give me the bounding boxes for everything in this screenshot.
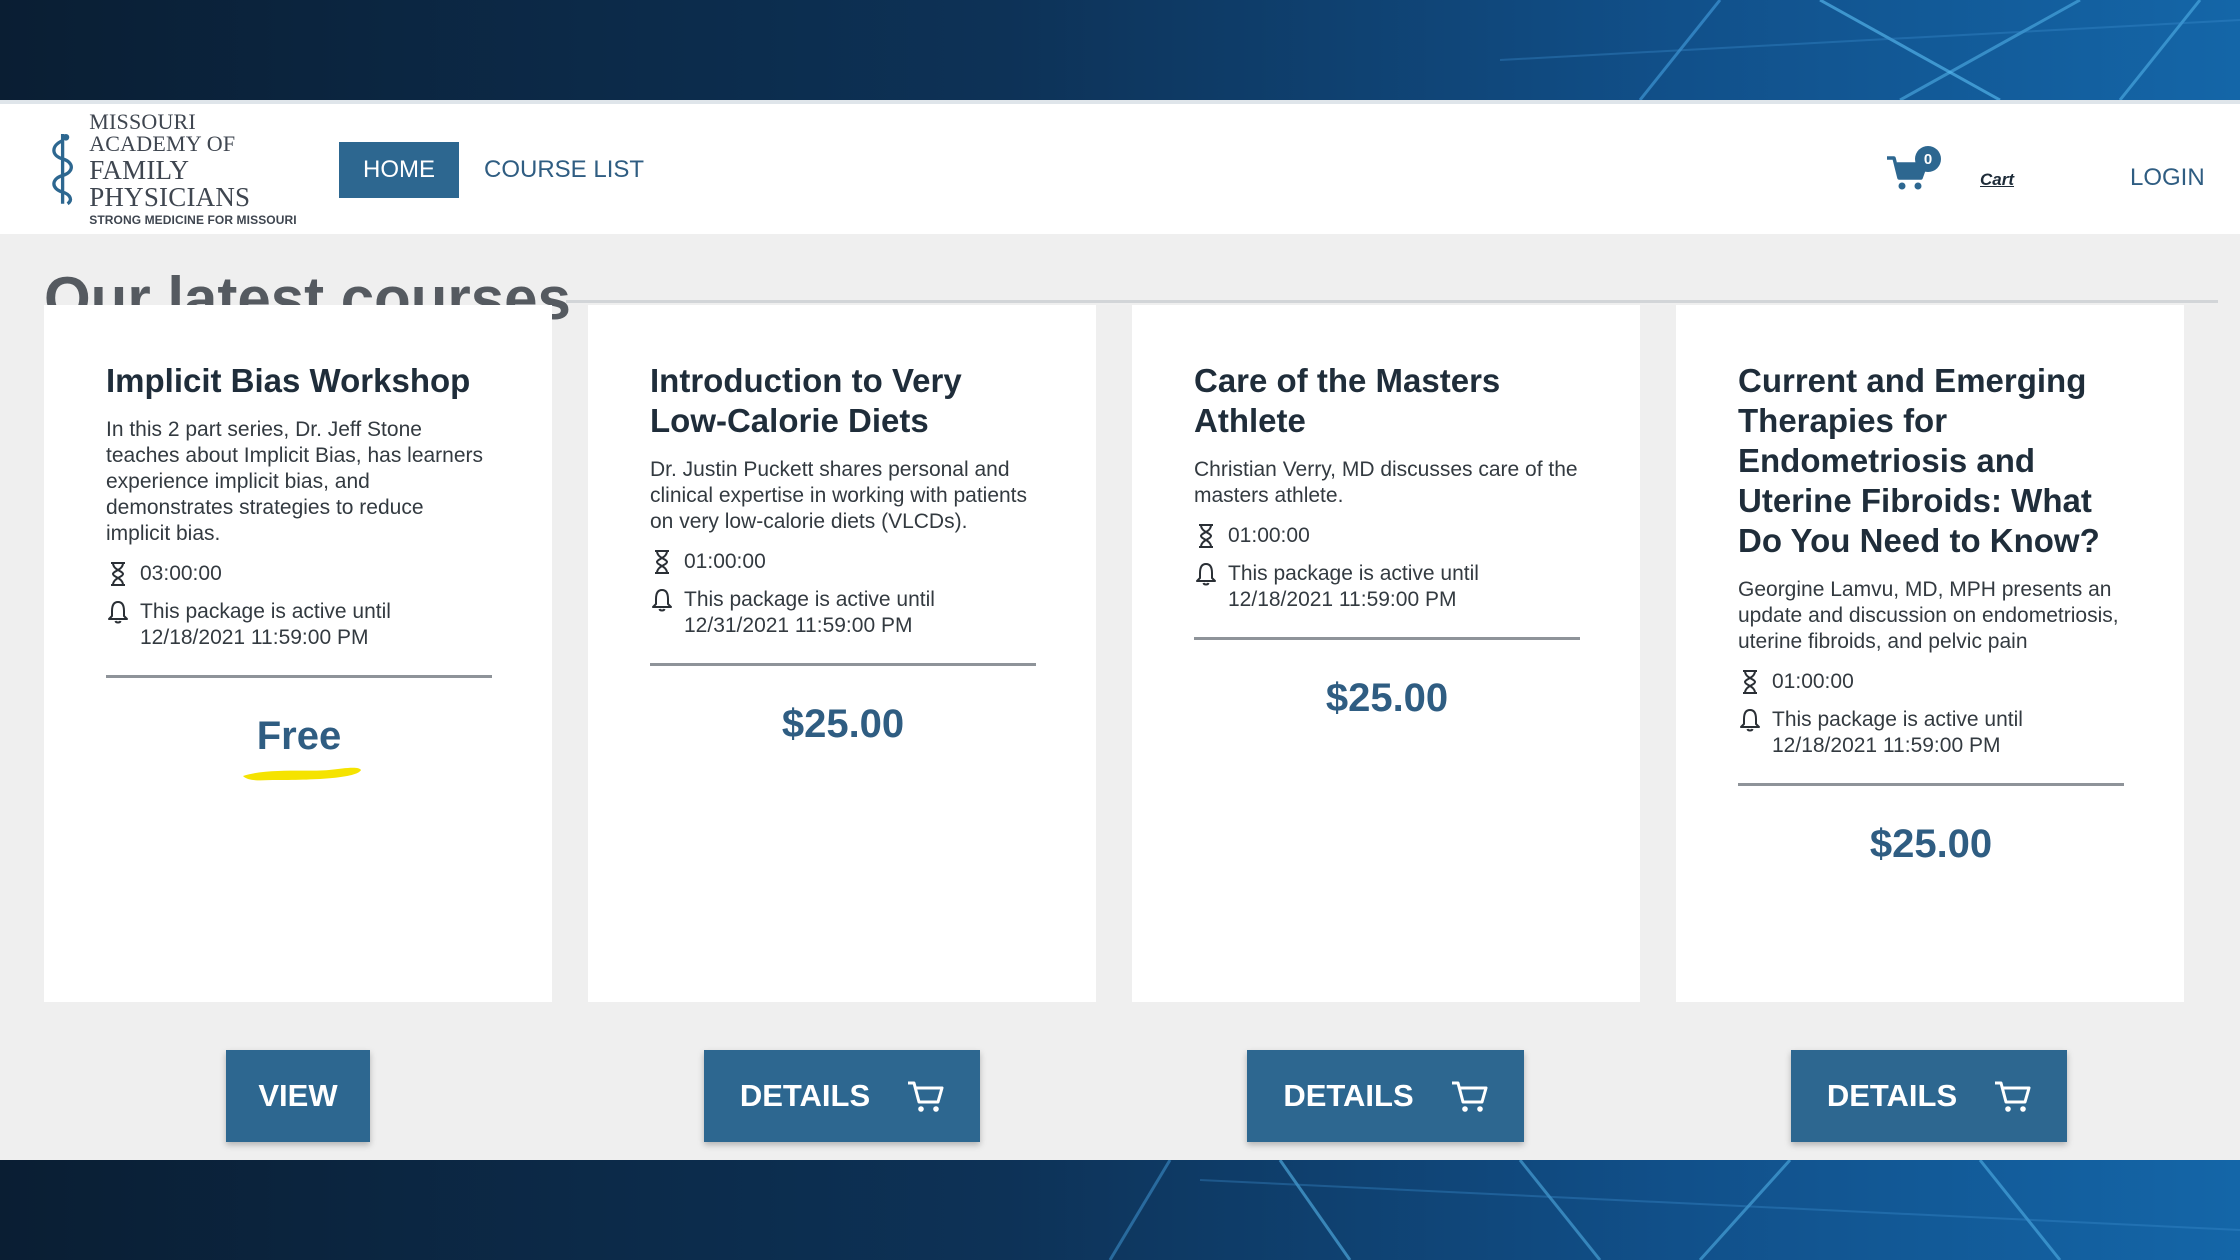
hourglass-icon xyxy=(1199,524,1213,548)
course-active-until: This package is active until 12/18/2021 … xyxy=(1738,707,2124,759)
site-logo[interactable]: MISSOURI ACADEMY OF FAMILY PHYSICIANS ST… xyxy=(46,110,311,226)
details-button[interactable]: DETAILS xyxy=(1247,1050,1524,1142)
course-card: Implicit Bias Workshop In this 2 part se… xyxy=(44,305,552,1002)
course-price: $25.00 xyxy=(1869,822,1993,866)
cart-count-badge: 0 xyxy=(1915,146,1941,172)
hourglass-icon xyxy=(655,550,669,574)
course-card-body: Care of the Masters Athlete Christian Ve… xyxy=(1194,361,1580,721)
course-title[interactable]: Care of the Masters Athlete xyxy=(1194,361,1580,441)
highlight-mark xyxy=(242,767,361,781)
logo-wordmark: MISSOURI ACADEMY OF FAMILY PHYSICIANS ST… xyxy=(89,108,311,227)
course-active-until-text: This package is active until 12/18/2021 … xyxy=(1228,562,1479,611)
details-button[interactable]: DETAILS xyxy=(1791,1050,2067,1142)
nav-home-button[interactable]: HOME xyxy=(339,142,459,198)
background-lines-bottom xyxy=(1108,1160,2240,1260)
cart-outline-icon xyxy=(908,1081,944,1112)
cart-outline-icon xyxy=(1995,1081,2031,1112)
nav-course-list-link[interactable]: COURSE LIST xyxy=(484,142,644,198)
site-header: MISSOURI ACADEMY OF FAMILY PHYSICIANS ST… xyxy=(0,100,2240,234)
course-active-until: This package is active until 12/18/2021 … xyxy=(106,599,492,651)
course-title[interactable]: Introduction to Very Low-Calorie Diets xyxy=(650,361,1036,441)
bell-icon xyxy=(1196,563,1216,586)
title-divider xyxy=(566,300,2218,303)
course-title[interactable]: Current and Emerging Therapies for Endom… xyxy=(1738,361,2124,561)
course-duration-value: 01:00:00 xyxy=(684,550,766,573)
details-button-label: DETAILS xyxy=(1826,1078,1958,1113)
card-divider xyxy=(1194,637,1580,640)
course-duration-value: 01:00:00 xyxy=(1228,524,1310,547)
bell-icon xyxy=(1740,709,1760,732)
details-button[interactable]: DETAILS xyxy=(704,1050,980,1142)
view-button[interactable]: VIEW xyxy=(226,1050,370,1142)
card-divider xyxy=(650,663,1036,666)
course-title[interactable]: Implicit Bias Workshop xyxy=(106,361,492,401)
background-banner-bottom xyxy=(0,1160,2240,1260)
bell-icon xyxy=(652,589,672,612)
cart-outline-icon xyxy=(1451,1081,1488,1112)
course-duration: 01:00:00 xyxy=(1738,669,2124,695)
course-card: Introduction to Very Low-Calorie Diets D… xyxy=(588,305,1096,1002)
bell-icon xyxy=(108,601,128,624)
course-description: Georgine Lamvu, MD, MPH presents an upda… xyxy=(1738,578,2119,653)
details-button-label: DETAILS xyxy=(739,1078,871,1113)
course-duration: 01:00:00 xyxy=(1194,523,1580,549)
course-active-until: This package is active until 12/18/2021 … xyxy=(1194,561,1580,613)
view-button-label: VIEW xyxy=(258,1078,338,1113)
details-button-label: DETAILS xyxy=(1283,1078,1414,1113)
course-description: Dr. Justin Puckett shares personal and c… xyxy=(650,458,1028,533)
caduceus-logo-icon xyxy=(52,133,73,206)
course-description: In this 2 part series, Dr. Jeff Stone te… xyxy=(106,418,484,545)
card-divider xyxy=(1738,783,2124,786)
logo-line-2: FAMILY PHYSICIANS xyxy=(89,154,251,212)
course-active-until-text: This package is active until 12/31/2021 … xyxy=(684,588,935,637)
login-link[interactable]: LOGIN xyxy=(2130,164,2205,192)
background-lines-top xyxy=(1499,0,2240,100)
logo-line-1: MISSOURI ACADEMY OF xyxy=(89,108,236,156)
course-price-value: Free xyxy=(256,714,342,758)
course-card-body: Introduction to Very Low-Calorie Diets D… xyxy=(650,361,1036,747)
course-active-until-text: This package is active until 12/18/2021 … xyxy=(1772,708,2023,757)
card-divider xyxy=(106,675,492,678)
course-card: Current and Emerging Therapies for Endom… xyxy=(1676,305,2184,1002)
course-card: Care of the Masters Athlete Christian Ve… xyxy=(1132,305,1640,1002)
course-card-body: Implicit Bias Workshop In this 2 part se… xyxy=(106,361,492,781)
logo-tagline: STRONG MEDICINE FOR MISSOURI xyxy=(89,212,297,227)
hourglass-icon xyxy=(111,562,125,586)
course-description: Christian Verry, MD discusses care of th… xyxy=(1194,458,1578,507)
course-active-until-text: This package is active until 12/18/2021 … xyxy=(140,600,391,649)
course-active-until: This package is active until 12/31/2021 … xyxy=(650,587,1036,639)
course-price: Free xyxy=(106,714,492,781)
cart-link[interactable]: Cart xyxy=(1980,170,2014,190)
course-price: $25.00 xyxy=(1325,676,1449,720)
background-banner-top xyxy=(0,0,2240,100)
course-duration-value: 03:00:00 xyxy=(140,562,222,585)
course-card-body: Current and Emerging Therapies for Endom… xyxy=(1738,361,2124,867)
course-duration-value: 01:00:00 xyxy=(1772,670,1854,693)
course-duration: 03:00:00 xyxy=(106,561,492,587)
course-duration: 01:00:00 xyxy=(650,549,1036,575)
course-price: $25.00 xyxy=(781,702,905,746)
course-price-free: Free xyxy=(242,714,361,781)
hourglass-icon xyxy=(1743,670,1757,694)
